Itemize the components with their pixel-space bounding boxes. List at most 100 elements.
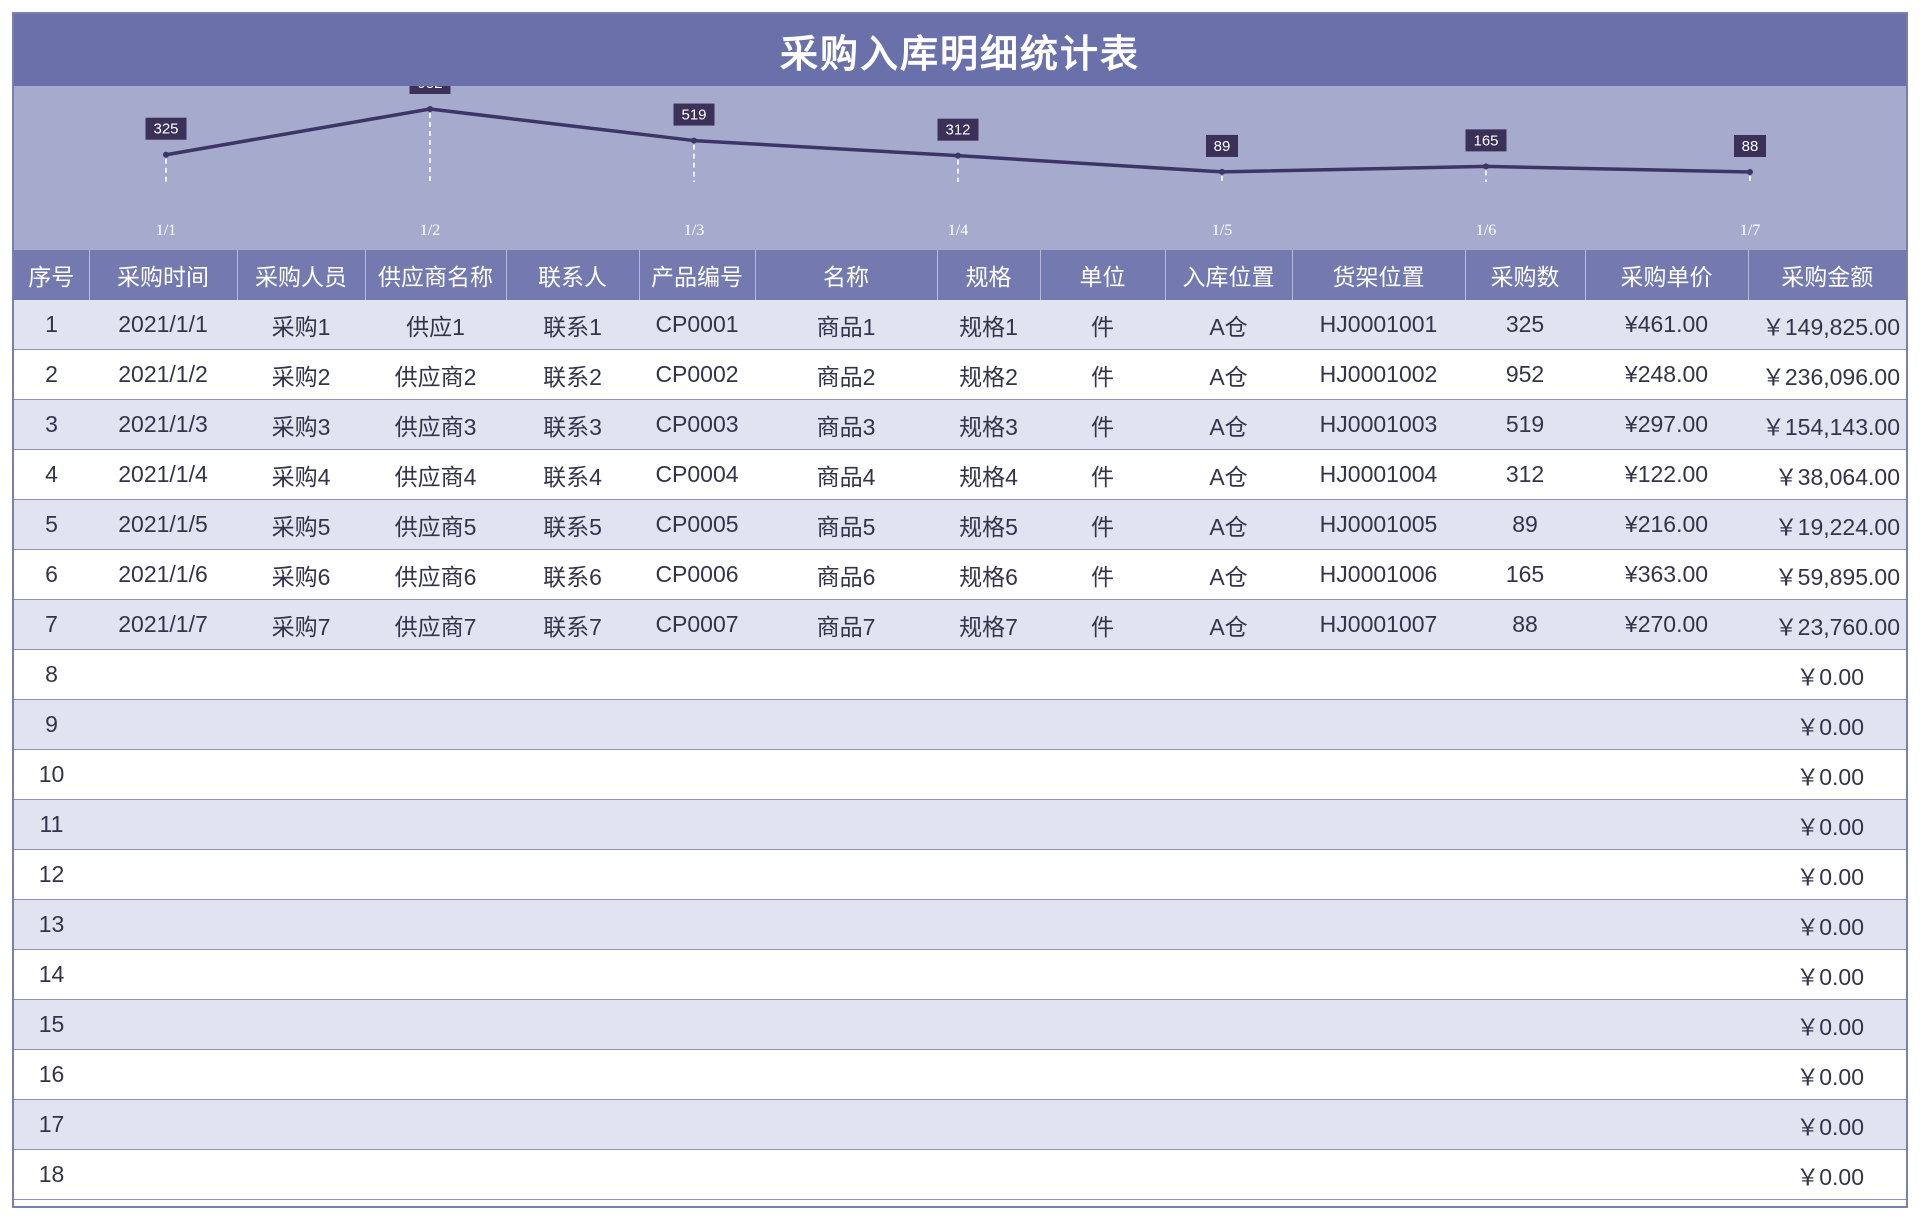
table-cell[interactable]: 供应商4 [365, 449, 506, 500]
table-cell[interactable]: CP0006 [639, 549, 755, 600]
table-cell[interactable] [755, 649, 937, 700]
table-cell[interactable] [1465, 699, 1585, 750]
table-cell[interactable]: 519 [1465, 399, 1585, 450]
table-cell[interactable]: ¥461.00 [1585, 300, 1748, 350]
table-cell[interactable] [1292, 799, 1465, 850]
table-cell[interactable] [1165, 899, 1292, 950]
table-cell[interactable] [1040, 799, 1165, 850]
table-cell[interactable]: 88 [1465, 599, 1585, 650]
table-cell[interactable] [89, 899, 237, 950]
table-cell[interactable]: 商品2 [755, 349, 937, 400]
table-cell[interactable] [89, 1099, 237, 1150]
table-cell[interactable]: 89 [1465, 499, 1585, 550]
table-cell[interactable] [89, 999, 237, 1050]
table-cell[interactable]: 采购5 [237, 499, 365, 550]
table-cell[interactable]: ¥297.00 [1585, 399, 1748, 450]
table-cell[interactable] [1292, 699, 1465, 750]
table-cell[interactable]: CP0007 [639, 599, 755, 650]
table-cell[interactable] [755, 949, 937, 1000]
table-cell[interactable] [1165, 949, 1292, 1000]
table-cell[interactable] [1165, 1149, 1292, 1200]
table-cell[interactable]: 165 [1465, 549, 1585, 600]
table-cell[interactable] [1165, 749, 1292, 800]
table-cell[interactable]: ¥122.00 [1585, 449, 1748, 500]
table-cell[interactable] [937, 949, 1040, 1000]
table-cell[interactable] [755, 1149, 937, 1200]
table-cell[interactable]: A仓 [1165, 349, 1292, 400]
table-cell[interactable]: A仓 [1165, 599, 1292, 650]
table-cell[interactable] [365, 1099, 506, 1150]
column-header[interactable]: 名称 [755, 250, 938, 300]
table-cell[interactable] [365, 899, 506, 950]
table-cell[interactable] [506, 849, 639, 900]
table-cell[interactable]: 件 [1040, 449, 1165, 500]
table-cell[interactable] [506, 1099, 639, 1150]
table-cell[interactable]: 供应商6 [365, 549, 506, 600]
table-cell[interactable] [89, 1049, 237, 1100]
table-cell[interactable] [1585, 949, 1748, 1000]
column-header[interactable]: 规格 [937, 250, 1041, 300]
table-cell[interactable] [1292, 1049, 1465, 1100]
table-cell[interactable]: 联系5 [506, 499, 639, 550]
table-cell[interactable] [1165, 649, 1292, 700]
table-cell[interactable] [1292, 749, 1465, 800]
table-cell[interactable] [506, 799, 639, 850]
table-cell[interactable] [1465, 1049, 1585, 1100]
table-cell[interactable]: 联系6 [506, 549, 639, 600]
table-cell[interactable]: ¥216.00 [1585, 499, 1748, 550]
table-cell[interactable]: 2021/1/7 [89, 599, 237, 650]
table-cell[interactable]: ￥19,224.00 [1748, 499, 1906, 550]
table-cell[interactable]: 6 [14, 549, 89, 600]
table-cell[interactable] [506, 749, 639, 800]
table-cell[interactable]: ￥0.00 [1748, 1099, 1906, 1150]
table-cell[interactable]: 2021/1/2 [89, 349, 237, 400]
table-cell[interactable]: HJ0001005 [1292, 499, 1465, 550]
table-cell[interactable]: ￥0.00 [1748, 649, 1906, 700]
table-cell[interactable]: 2021/1/5 [89, 499, 237, 550]
table-cell[interactable] [639, 799, 755, 850]
table-cell[interactable] [1585, 1149, 1748, 1200]
table-cell[interactable]: ￥0.00 [1748, 749, 1906, 800]
table-cell[interactable]: 采购4 [237, 449, 365, 500]
table-cell[interactable]: 3 [14, 399, 89, 450]
table-cell[interactable] [89, 799, 237, 850]
column-header[interactable]: 采购时间 [89, 250, 238, 300]
column-header[interactable]: 入库位置 [1165, 250, 1293, 300]
column-header[interactable]: 采购人员 [237, 250, 366, 300]
table-cell[interactable]: 规格4 [937, 449, 1040, 500]
table-cell[interactable]: 采购3 [237, 399, 365, 450]
table-cell[interactable] [1585, 849, 1748, 900]
table-cell[interactable] [1040, 1149, 1165, 1200]
table-cell[interactable] [937, 1049, 1040, 1100]
table-cell[interactable] [1165, 699, 1292, 750]
table-cell[interactable] [937, 1099, 1040, 1150]
table-cell[interactable]: 采购6 [237, 549, 365, 600]
table-cell[interactable]: CP0004 [639, 449, 755, 500]
table-cell[interactable] [1292, 999, 1465, 1050]
table-cell[interactable]: 规格7 [937, 599, 1040, 650]
column-header[interactable]: 采购金额 [1748, 250, 1906, 300]
table-cell[interactable] [1585, 899, 1748, 950]
table-cell[interactable]: ￥0.00 [1748, 949, 1906, 1000]
table-cell[interactable]: 件 [1040, 599, 1165, 650]
table-cell[interactable]: CP0001 [639, 300, 755, 350]
table-cell[interactable] [1585, 1049, 1748, 1100]
table-cell[interactable] [639, 749, 755, 800]
table-cell[interactable] [639, 899, 755, 950]
table-cell[interactable] [1040, 999, 1165, 1050]
table-cell[interactable]: 联系7 [506, 599, 639, 650]
table-cell[interactable]: 规格6 [937, 549, 1040, 600]
table-cell[interactable] [1585, 799, 1748, 850]
table-cell[interactable]: HJ0001001 [1292, 300, 1465, 350]
table-cell[interactable]: 17 [14, 1099, 89, 1150]
table-cell[interactable]: A仓 [1165, 549, 1292, 600]
table-cell[interactable] [755, 1099, 937, 1150]
table-cell[interactable] [365, 1149, 506, 1200]
table-cell[interactable] [755, 999, 937, 1050]
table-cell[interactable] [1465, 749, 1585, 800]
table-cell[interactable]: 供应1 [365, 300, 506, 350]
table-cell[interactable]: 规格5 [937, 499, 1040, 550]
table-cell[interactable]: 商品3 [755, 399, 937, 450]
table-cell[interactable] [1040, 749, 1165, 800]
table-cell[interactable]: 联系4 [506, 449, 639, 500]
